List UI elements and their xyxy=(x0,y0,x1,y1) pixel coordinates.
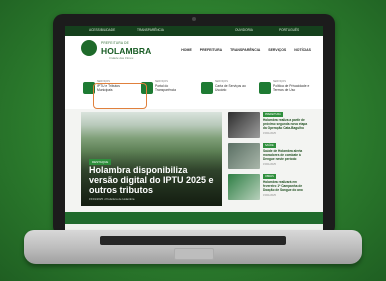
news-thumbnail xyxy=(228,112,260,138)
hero-title[interactable]: Holambra disponibiliza versão digital do… xyxy=(89,165,214,195)
quick-link-label: SERVIÇOS xyxy=(155,80,168,83)
news-date: 15/01/2025 xyxy=(263,132,276,135)
hero-news-card[interactable]: DESTAQUE Holambra disponibiliza versão d… xyxy=(81,112,222,206)
logo-subtitle: Cidade das Flores xyxy=(109,56,134,60)
side-news-item[interactable]: OBRAS Holambra realizará em fevereiro 1ª… xyxy=(228,174,310,202)
clipboard-icon xyxy=(201,82,213,94)
nav-prefeitura[interactable]: PREFEITURA xyxy=(200,48,222,52)
news-title[interactable]: Saúde de Holambra alerta moradores de co… xyxy=(263,149,310,161)
news-date: 15/01/2025 xyxy=(263,163,276,166)
quick-link-portal[interactable]: SERVIÇOS Portal do Transparência xyxy=(141,78,189,102)
quick-link-text: Política de Privacidade e Termos de Uso xyxy=(273,84,310,92)
main-nav: HOME PREFEITURA TRANSPARÊNCIA SERVIÇOS N… xyxy=(181,48,311,52)
side-news-item[interactable]: PREFEITURA Holambra realiza a partir de … xyxy=(228,112,310,140)
news-title[interactable]: Holambra realizará em fevereiro 1ª Campa… xyxy=(263,180,310,192)
site-header: PREFEITURA DE HOLAMBRA Cidade das Flores… xyxy=(65,36,323,75)
topbar-language[interactable]: PORTUGUÊS xyxy=(279,28,299,32)
quick-link-text: Carta de Serviços ao Usuário xyxy=(215,84,246,92)
news-date: 15/01/2025 xyxy=(263,194,276,197)
news-tag: SAÚDE xyxy=(263,143,276,148)
news-thumbnail xyxy=(228,143,260,169)
quick-link-text: Portal do Transparência xyxy=(155,84,176,92)
quick-link-privacy[interactable]: SERVIÇOS Política de Privacidade e Termo… xyxy=(259,78,315,102)
trackpad xyxy=(174,248,214,260)
quick-link-label: SERVIÇOS xyxy=(273,80,286,83)
laptop-base xyxy=(24,230,362,264)
topbar-link-accessibility[interactable]: ACESSIBILIDADE xyxy=(89,28,115,32)
quick-link-charter[interactable]: SERVIÇOS Carta de Serviços ao Usuário xyxy=(201,78,253,102)
top-utility-bar: ACESSIBILIDADE TRANSPARÊNCIA OUVIDORIA P… xyxy=(65,26,323,36)
logo-prefix: PREFEITURA DE xyxy=(101,41,129,45)
news-tag: OBRAS xyxy=(263,174,276,179)
news-thumbnail xyxy=(228,174,260,200)
hero-meta: 15/01/2025 • Prefeitura de Holambra xyxy=(89,197,135,201)
section-divider xyxy=(65,212,323,224)
side-news-item[interactable]: SAÚDE Saúde de Holambra alerta moradores… xyxy=(228,143,310,171)
topbar-link-ombudsman[interactable]: OUVIDORIA xyxy=(235,28,253,32)
nav-home[interactable]: HOME xyxy=(181,48,192,52)
nav-servicos[interactable]: SERVIÇOS xyxy=(268,48,286,52)
laptop-lid: ACESSIBILIDADE TRANSPARÊNCIA OUVIDORIA P… xyxy=(53,14,335,236)
news-tag: PREFEITURA xyxy=(263,112,283,117)
highlight-outline xyxy=(93,83,147,109)
quick-link-label: SERVIÇOS xyxy=(215,80,228,83)
camera-icon xyxy=(192,17,196,21)
shield-icon xyxy=(259,82,271,94)
keyboard xyxy=(100,236,286,245)
city-logo-icon xyxy=(81,40,97,56)
nav-transparencia[interactable]: TRANSPARÊNCIA xyxy=(230,48,260,52)
topbar-link-transparency[interactable]: TRANSPARÊNCIA xyxy=(137,28,164,32)
website-screen: ACESSIBILIDADE TRANSPARÊNCIA OUVIDORIA P… xyxy=(65,26,323,234)
news-title[interactable]: Holambra realiza a partir de próximo seg… xyxy=(263,118,310,130)
nav-noticias[interactable]: NOTÍCIAS xyxy=(294,48,311,52)
logo-title[interactable]: HOLAMBRA xyxy=(101,46,151,56)
